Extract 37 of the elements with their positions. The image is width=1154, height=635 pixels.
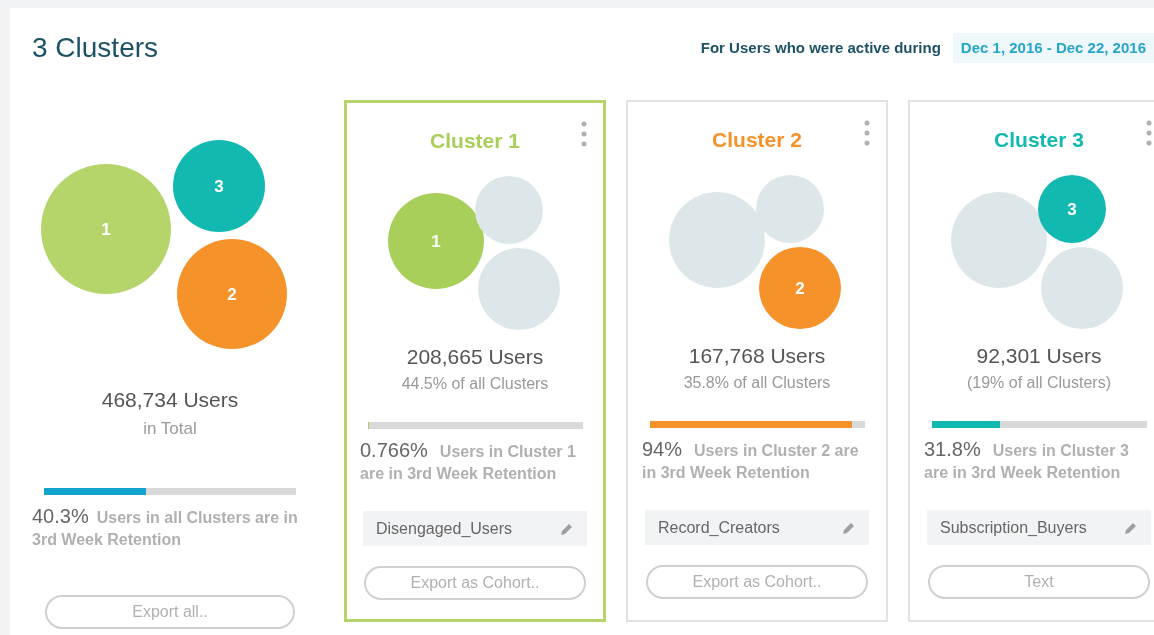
bubble-label: 2 bbox=[795, 278, 805, 298]
cluster-users: 92,301 Users bbox=[976, 342, 1102, 369]
cluster-users: 167,768 Users bbox=[688, 342, 826, 369]
total-users: 468,734 Users bbox=[101, 387, 239, 413]
date-label: For Users who were active during bbox=[700, 37, 941, 58]
export-button[interactable]: Export as Cohort.. bbox=[364, 566, 586, 600]
cluster-share: 44.5% of all Clusters bbox=[401, 374, 549, 394]
export-button[interactable]: Export all.. bbox=[45, 595, 295, 629]
export-button[interactable]: Text bbox=[928, 565, 1150, 599]
more-icon[interactable] bbox=[1146, 120, 1152, 146]
cohort-name-field[interactable]: Subscription_Buyers bbox=[927, 510, 1151, 545]
cohort-name-field[interactable]: Record_Creators bbox=[645, 510, 869, 545]
retention-text: 0.766% Users in Cluster 1 are in 3rd Week Retention bbox=[360, 439, 577, 484]
date-range: Dec 1, 2016 - Dec 22, 2016 bbox=[952, 32, 1154, 64]
bubble-label: 2 bbox=[227, 285, 237, 304]
retention-text: 40.3% Users in all Clusters are in 3rd Week Retention bbox=[32, 505, 299, 550]
bubble-label: 3 bbox=[214, 177, 224, 196]
cluster-title: Cluster 2 bbox=[712, 127, 802, 153]
pencil-icon[interactable] bbox=[842, 520, 856, 535]
page-title: 3 Clusters bbox=[32, 31, 159, 65]
cluster-share: 35.8% of all Clusters bbox=[683, 373, 831, 393]
export-button[interactable]: Export as Cohort.. bbox=[646, 565, 868, 599]
pencil-icon[interactable] bbox=[560, 521, 574, 536]
bubble-label: 1 bbox=[101, 220, 111, 239]
bubble-label: 1 bbox=[431, 231, 441, 251]
total-subtitle: in Total bbox=[143, 417, 197, 440]
cohort-name-field[interactable]: Disengaged_Users bbox=[363, 511, 587, 546]
more-icon[interactable] bbox=[581, 121, 587, 147]
cluster-title: Cluster 1 bbox=[430, 128, 520, 154]
cluster-share: (19% of all Clusters) bbox=[966, 373, 1111, 393]
bubble-label: 3 bbox=[1067, 199, 1077, 219]
retention-text: 94% Users in Cluster 2 are in 3rd Week Retention bbox=[642, 438, 860, 483]
cluster-title: Cluster 3 bbox=[994, 127, 1084, 153]
pencil-icon[interactable] bbox=[1124, 520, 1138, 535]
cluster-users: 208,665 Users bbox=[406, 343, 544, 370]
retention-text: 31.8% Users in Cluster 3 are in 3rd Week Retention bbox=[924, 438, 1130, 483]
more-icon[interactable] bbox=[864, 120, 870, 146]
